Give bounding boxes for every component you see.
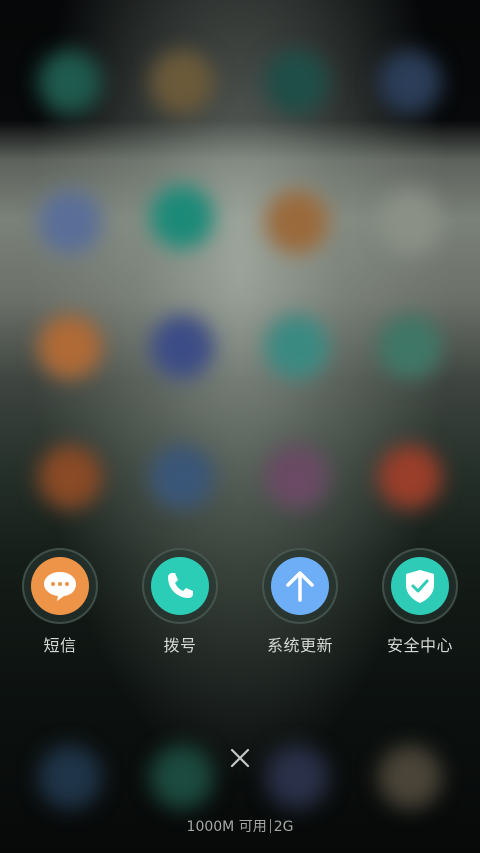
arrow-up-icon bbox=[271, 557, 329, 615]
dialer-icon-ring bbox=[142, 548, 218, 624]
shortcut-panel: 短信 拨号 系统更新 安全中心 bbox=[0, 548, 480, 668]
shortcut-dialer[interactable]: 拨号 bbox=[120, 548, 240, 656]
update-icon-ring bbox=[262, 548, 338, 624]
shortcut-sms[interactable]: 短信 bbox=[0, 548, 120, 656]
message-bubble-icon bbox=[31, 557, 89, 615]
blurred-homescreen-background bbox=[0, 0, 480, 853]
shortcut-label: 安全中心 bbox=[386, 636, 453, 655]
close-icon bbox=[230, 748, 250, 768]
close-button[interactable] bbox=[222, 740, 258, 776]
sms-icon-ring bbox=[22, 548, 98, 624]
shortcut-label: 短信 bbox=[43, 636, 77, 655]
shield-check-icon bbox=[391, 557, 449, 615]
divider bbox=[269, 819, 271, 833]
shortcut-security-center[interactable]: 安全中心 bbox=[360, 548, 480, 656]
phone-icon bbox=[151, 557, 209, 615]
memory-available: 1000M 可用 bbox=[186, 819, 267, 835]
memory-total: 2G bbox=[273, 819, 294, 835]
shortcut-system-update[interactable]: 系统更新 bbox=[240, 548, 360, 656]
shortcut-label: 系统更新 bbox=[266, 636, 333, 655]
security-icon-ring bbox=[382, 548, 458, 624]
memory-status: 1000M 可用 2G bbox=[0, 816, 480, 836]
shortcut-label: 拨号 bbox=[163, 636, 197, 655]
